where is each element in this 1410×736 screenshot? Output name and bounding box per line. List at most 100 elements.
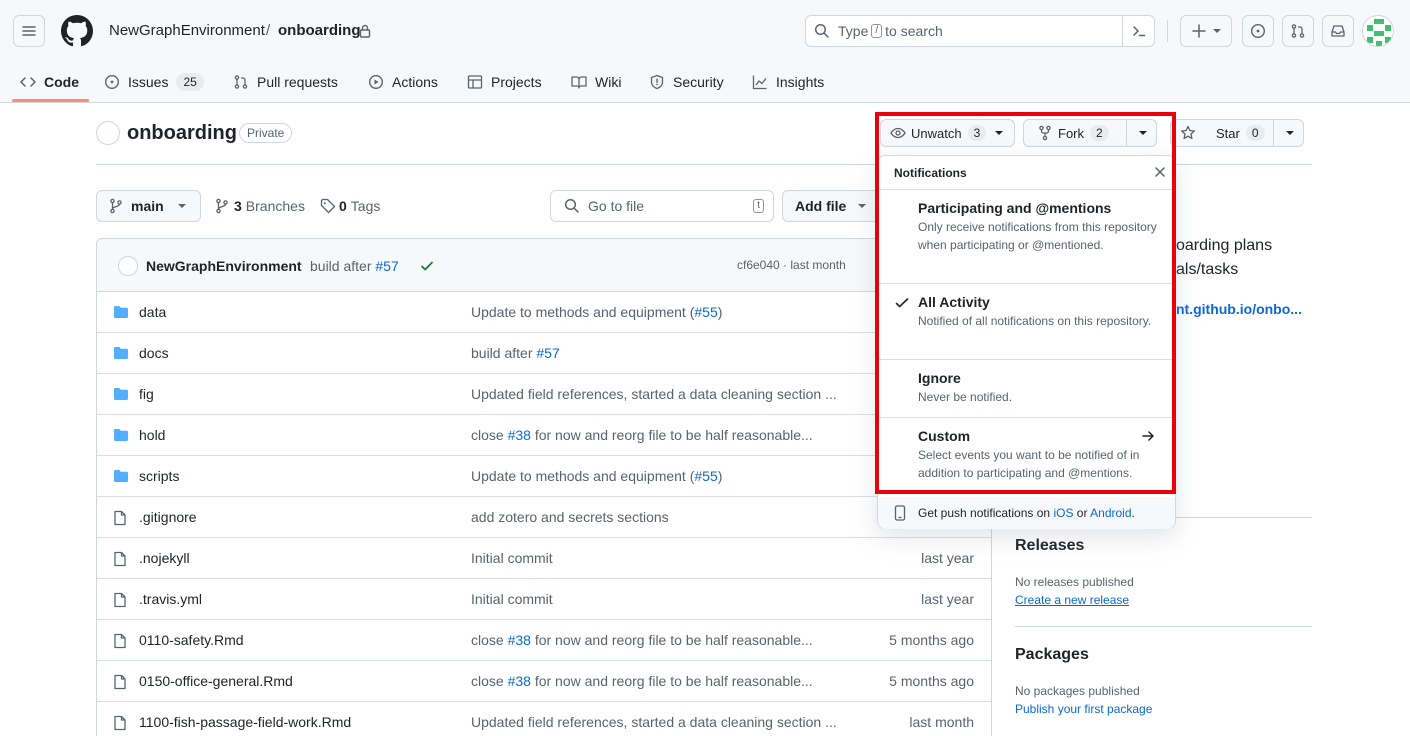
branch-name: main: [131, 198, 164, 214]
command-palette-button[interactable]: [1122, 15, 1154, 47]
file-commit-message[interactable]: close #38 for now and reorg file to be h…: [471, 673, 813, 689]
pull-requests-button[interactable]: [1282, 15, 1314, 47]
issue-ref-link[interactable]: #38: [508, 427, 531, 443]
create-release-link[interactable]: Create a new release: [1015, 593, 1129, 607]
tab-insights[interactable]: Insights: [752, 62, 824, 102]
search-icon: [564, 198, 579, 213]
file-commit-message[interactable]: Update to methods and equipment (#55): [471, 304, 722, 320]
add-file-button[interactable]: Add file: [782, 190, 882, 222]
tab-code[interactable]: Code: [20, 62, 79, 102]
file-name[interactable]: .gitignore: [139, 509, 197, 525]
breadcrumb-repo[interactable]: onboarding: [278, 22, 361, 39]
packages-title[interactable]: Packages: [1015, 646, 1089, 664]
file-row[interactable]: docs build after #57: [97, 333, 991, 374]
file-row[interactable]: .travis.yml Initial commit last year: [97, 579, 991, 620]
commit-hash-text[interactable]: cf6e040: [737, 258, 780, 272]
repo-title[interactable]: onboarding: [127, 122, 237, 145]
issues-button[interactable]: [1242, 15, 1274, 47]
file-row[interactable]: .gitignore add zotero and secrets section…: [97, 497, 991, 538]
user-avatar[interactable]: [1362, 15, 1394, 47]
tab-pull-requests[interactable]: Pull requests: [233, 62, 338, 102]
file-commit-message[interactable]: Updated field references, started a data…: [471, 714, 837, 730]
tab-projects-label: Projects: [491, 74, 542, 90]
about-homepage-link[interactable]: nt.github.io/onbo...: [1176, 301, 1302, 317]
file-commit-message[interactable]: Initial commit: [471, 550, 553, 566]
issue-ref-link[interactable]: #57: [536, 345, 559, 361]
commit-message-text[interactable]: build after: [310, 258, 371, 274]
push-notifications-text: Get push notifications on iOS or Android…: [918, 506, 1135, 520]
star-button[interactable]: Star 0: [1170, 119, 1304, 147]
file-commit-message[interactable]: build after #57: [471, 345, 560, 361]
tab-projects[interactable]: Projects: [467, 62, 542, 102]
search-input[interactable]: Type / to search: [805, 15, 1155, 47]
file-name[interactable]: .nojekyll: [139, 550, 190, 566]
menu-button[interactable]: [13, 15, 45, 47]
file-table: NewGraphEnvironment build after #57 cf6e…: [96, 238, 992, 736]
issue-ref-link[interactable]: #38: [508, 632, 531, 648]
branch-selector[interactable]: main: [96, 190, 201, 222]
file-row[interactable]: fig Updated field references, started a d…: [97, 374, 991, 415]
file-name[interactable]: docs: [139, 345, 169, 361]
star-dropdown-toggle[interactable]: [1273, 119, 1305, 147]
file-row[interactable]: 0150-office-general.Rmd close #38 for now…: [97, 661, 991, 702]
android-link[interactable]: Android: [1090, 506, 1131, 520]
file-name[interactable]: fig: [139, 386, 154, 402]
inbox-button[interactable]: [1322, 15, 1354, 47]
file-commit-message[interactable]: Update to methods and equipment (#55): [471, 468, 722, 484]
push-notifications-prefix: Get push notifications on: [918, 506, 1051, 520]
file-commit-message[interactable]: add zotero and secrets sections: [471, 509, 669, 525]
file-commit-message[interactable]: close #38 for now and reorg file to be h…: [471, 427, 813, 443]
commit-dot: ·: [783, 258, 788, 272]
branches-link[interactable]: 3 Branches: [215, 198, 305, 214]
tab-wiki-label: Wiki: [595, 74, 622, 90]
file-row[interactable]: data Update to methods and equipment (#55…: [97, 292, 991, 333]
go-to-file-input[interactable]: Go to file t: [550, 190, 774, 222]
file-name[interactable]: 0150-office-general.Rmd: [139, 673, 293, 689]
push-notifications-or: or: [1076, 506, 1088, 520]
caret-down-icon: [1213, 29, 1221, 33]
file-row[interactable]: hold close #38 for now and reorg file to …: [97, 415, 991, 456]
tab-actions-label: Actions: [392, 74, 438, 90]
tags-count: 0: [339, 198, 347, 214]
issue-ref-link[interactable]: #55: [694, 468, 717, 484]
file-row[interactable]: 1100-fish-passage-field-work.Rmd Updated …: [97, 702, 991, 736]
issue-ref-link[interactable]: #38: [508, 673, 531, 689]
ios-link[interactable]: iOS: [1053, 506, 1073, 520]
folder-icon: [113, 387, 129, 401]
file-name[interactable]: 0110-safety.Rmd: [139, 632, 244, 648]
publish-package-link[interactable]: Publish your first package: [1015, 702, 1152, 716]
tags-link[interactable]: 0 Tags: [320, 198, 380, 214]
commit-message-text: Initial commit: [471, 591, 553, 607]
file-name[interactable]: .travis.yml: [139, 591, 202, 607]
commit-ref-link[interactable]: #57: [375, 258, 398, 274]
tab-wiki[interactable]: Wiki: [571, 62, 621, 102]
releases-title[interactable]: Releases: [1015, 537, 1084, 555]
file-row[interactable]: scripts Update to methods and equipment (…: [97, 456, 991, 497]
tab-issues[interactable]: Issues 25: [104, 62, 204, 102]
file-name[interactable]: scripts: [139, 468, 179, 484]
tab-security[interactable]: Security: [649, 62, 724, 102]
file-name[interactable]: data: [139, 304, 166, 320]
commit-message-text: Update to methods and equipment (: [471, 304, 695, 320]
file-row[interactable]: 0110-safety.Rmd close #38 for now and reo…: [97, 620, 991, 661]
file-row[interactable]: .nojekyll Initial commit last year: [97, 538, 991, 579]
folder-icon: [113, 305, 129, 319]
highlight-box: [875, 112, 1176, 494]
file-name[interactable]: 1100-fish-passage-field-work.Rmd: [139, 714, 351, 730]
breadcrumb-owner[interactable]: NewGraphEnvironment: [109, 22, 265, 39]
breadcrumb-separator: /: [266, 22, 271, 39]
mobile-device-icon: [894, 505, 906, 521]
file-icon: [113, 592, 127, 608]
file-name[interactable]: hold: [139, 427, 165, 443]
file-commit-message[interactable]: Updated field references, started a data…: [471, 386, 837, 402]
commit-author[interactable]: NewGraphEnvironment: [146, 258, 302, 274]
create-new-button[interactable]: [1180, 15, 1232, 47]
file-commit-message[interactable]: Initial commit: [471, 591, 553, 607]
pull-request-icon: [1291, 24, 1305, 38]
commit-message-tail: for now and reorg file to be half reason…: [530, 427, 813, 443]
tab-actions[interactable]: Actions: [368, 62, 438, 102]
file-commit-message[interactable]: close #38 for now and reorg file to be h…: [471, 632, 813, 648]
issue-ref-link[interactable]: #55: [694, 304, 717, 320]
github-logo-icon[interactable]: [61, 15, 93, 47]
commit-message-tail: ): [717, 304, 723, 320]
